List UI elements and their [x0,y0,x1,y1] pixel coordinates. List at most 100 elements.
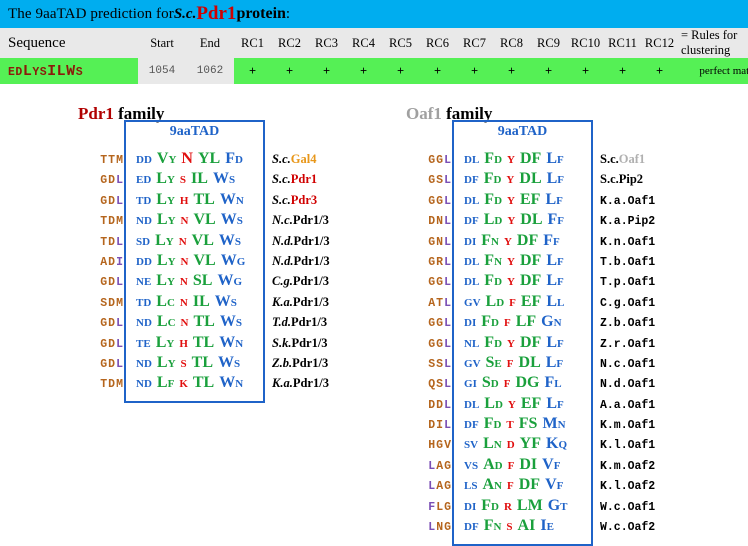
tad-residue: Y [167,215,176,228]
row-9aatad: DIFNYDFFF [452,232,592,250]
tad-residue: K [179,378,188,391]
species-text: Pdr1/3 [292,355,329,370]
row-9aatad: NDLCNTLWS [124,313,264,331]
tad-residue: D [494,459,503,472]
species-text: K.n.Oaf1 [600,235,656,249]
family-row: LNG D F F N S A I I E W.c.Oaf2 [406,517,655,537]
prefix-letters: M [116,378,124,392]
row-9aatad: GVSEFDLLF [452,354,592,372]
tad-residue: L [546,333,557,351]
tad-residue: L [209,150,221,167]
tad-residue: F [471,419,479,432]
9aatad-box-label: 9aaTAD [497,124,548,139]
species-text: S.c. [272,172,291,187]
tad-residue: F [530,190,541,208]
cell-sequence: EDLYSILWS [0,58,138,84]
tad-residue: L [545,190,557,208]
tad-residue: E [546,521,554,534]
tad-residue: D [491,317,499,330]
title-prefix: The 9aaTAD prediction for [8,5,174,22]
tad-residue: D [464,255,472,268]
tad-residue: L [201,272,213,290]
row-prefix: DIL [406,419,452,432]
tad-residue: L [545,353,557,371]
prefix-letters: DI [428,419,445,433]
prefix-letters: L [444,378,452,392]
family-row: GDL N D L C N T L W S T.d.Pdr1/3 [78,313,330,333]
row-prefix: GGL [406,276,452,289]
tad-residue: L [203,231,214,249]
tad-residue: L [484,394,495,412]
prefix-letters: L [428,480,437,494]
tad-residue: G [527,374,540,392]
tad-residue: D [519,170,531,188]
row-9aatad: DFLDYDLFF [452,211,592,229]
tad-residue: S [234,357,241,370]
family-row: GRL D L F N Y D F L F T.b.Oaf1 [406,252,655,272]
species-text: S.k. [272,335,292,350]
tad-residue: D [519,272,532,290]
prefix-letters: L [444,419,452,433]
species-text: S.c. [600,172,619,187]
cell-rc11: + [604,58,641,84]
prefix-letters: GR [428,255,445,269]
row-species-label: N.c.Pdr1/3 [264,213,329,228]
family-row: GGL N L F D Y D F L F Z.r.Oaf1 [406,334,655,354]
species-text: T.p.Oaf1 [600,276,656,290]
row-prefix: GRL [406,256,452,269]
cell-match-status: perfect match [678,58,748,84]
tad-residue: L [546,150,557,167]
species-text: Pdr1/3 [291,335,328,350]
tad-residue: R [503,500,512,513]
tad-residue: H [179,337,188,350]
tad-residue: F [557,255,564,268]
prefix-letters: DD [428,398,445,412]
prediction-result-table: Sequence Start End RC1 RC2 RC3 RC4 RC5 R… [0,28,748,84]
sequence-letter: I [47,62,57,80]
tad-residue: D [464,276,472,289]
row-prefix: SDM [78,297,124,310]
tad-residue: F [528,231,539,249]
prefix-letters: GD [100,317,117,331]
prefix-letters: L [444,398,452,412]
table-value-row: EDLYSILWS 1054 1062 + + + + + + + + + + … [0,58,748,84]
tad-residue: N [235,194,244,207]
species-text: Pdr1/3 [293,233,330,248]
tad-residue: W [218,353,234,371]
tad-residue: L [205,251,216,269]
tad-residue: E [520,394,532,412]
header-rc6: RC6 [419,28,456,58]
family-row: HGV S V L N D Y F K Q K.l.Oaf1 [406,435,655,455]
tad-residue: S [481,374,491,392]
row-species-label: S.c.Oaf1 [592,152,645,167]
tad-residue: F [503,378,511,391]
row-species-label: K.a.Pdr1/3 [264,295,329,310]
tad-residue: F [556,194,563,207]
family-row: GGL D L F D Y D F L F S.c.Oaf1 [406,150,655,170]
prefix-letters: M [116,154,124,167]
family-oaf1-title: Oaf1 family [406,104,655,124]
row-prefix: GDL [78,195,124,208]
tad-residue: F [553,459,561,472]
prefix-letters: I [116,255,124,269]
row-prefix: TDL [78,236,124,249]
row-species-label: K.a.Oaf1 [592,195,655,208]
tad-residue: L [546,170,558,188]
tad-residue: F [506,357,514,370]
row-species-label: C.g.Pdr1/3 [264,274,329,289]
prefix-letters: QS [428,378,445,392]
row-prefix: LNG [406,521,452,534]
species-text: C.g. [272,274,293,289]
species-text: W.c.Oaf1 [600,500,656,514]
family-row: GDL N D L Y S T L W S Z.b.Pdr1/3 [78,354,330,374]
row-species-label: Z.b.Pdr1/3 [264,356,328,371]
sequence-value: EDLYSILWS [8,62,83,80]
row-prefix: QSL [406,378,452,391]
row-9aatad: SDLYNVLWS [124,232,264,250]
row-prefix: TDM [78,378,124,391]
family-row: GDL N E L Y N S L W G C.g.Pdr1/3 [78,272,330,292]
tad-residue: D [516,231,529,249]
cell-end: 1062 [186,58,234,84]
tad-residue: W [218,231,235,249]
tad-residue: D [143,317,152,330]
